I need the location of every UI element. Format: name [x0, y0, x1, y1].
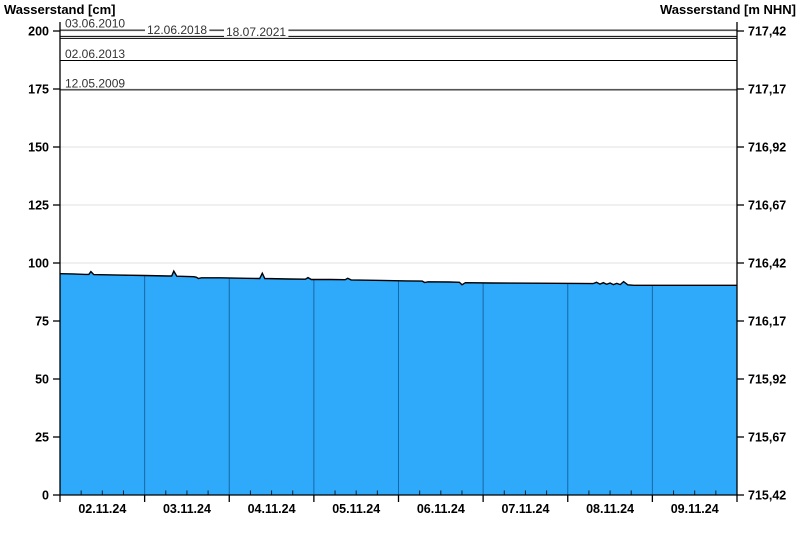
x-axis-date-label: 05.11.24 — [332, 502, 380, 516]
y-right-tick-label: 715,92 — [748, 373, 786, 387]
y-right-tick-label: 717,42 — [748, 25, 786, 39]
y-left-tick-label: 150 — [28, 141, 49, 155]
y-left-tick-label: 125 — [28, 199, 49, 213]
y-right-tick-label: 715,42 — [748, 489, 786, 503]
water-level-chart: Wasserstand [cm] Wasserstand [m NHN] 03.… — [4, 2, 796, 516]
y-right-tick-label: 716,67 — [748, 199, 786, 213]
y-right-tick-label: 717,17 — [748, 83, 786, 97]
x-axis-date-label: 02.11.24 — [78, 502, 126, 516]
x-axis-date-label: 04.11.24 — [248, 502, 296, 516]
y-right-tick-label: 716,92 — [748, 141, 786, 155]
y-left-tick-label: 100 — [28, 257, 49, 271]
reference-line-label: 12.05.2009 — [65, 76, 125, 90]
reference-line-label: 03.06.2010 — [65, 17, 125, 31]
left-axis-title: Wasserstand [cm] — [4, 2, 116, 17]
y-left-tick-label: 0 — [42, 489, 49, 503]
reference-line-label: 12.06.2018 — [147, 23, 207, 37]
x-axis-date-label: 06.11.24 — [417, 502, 465, 516]
reference-line-label: 18.07.2021 — [226, 25, 286, 39]
y-right-tick-label: 716,17 — [748, 315, 786, 329]
y-right-tick-label: 716,42 — [748, 257, 786, 271]
reference-line-label: 02.06.2013 — [65, 47, 125, 61]
x-axis-date-label: 09.11.24 — [671, 502, 719, 516]
y-left-tick-label: 200 — [28, 25, 49, 39]
y-left-tick-label: 50 — [35, 373, 49, 387]
y-left-tick-label: 75 — [35, 315, 49, 329]
x-axis-date-label: 08.11.24 — [586, 502, 634, 516]
reference-lines: 03.06.2010 12.06.2018 18.07.2021 02.06.2013… — [60, 16, 737, 91]
y-left-tick-label: 175 — [28, 83, 49, 97]
y-left-tick-label: 25 — [35, 431, 49, 445]
y-right-tick-label: 715,67 — [748, 431, 786, 445]
x-axis-date-label: 07.11.24 — [501, 502, 549, 516]
right-axis-title: Wasserstand [m NHN] — [660, 2, 796, 17]
x-axis-date-label: 03.11.24 — [163, 502, 211, 516]
